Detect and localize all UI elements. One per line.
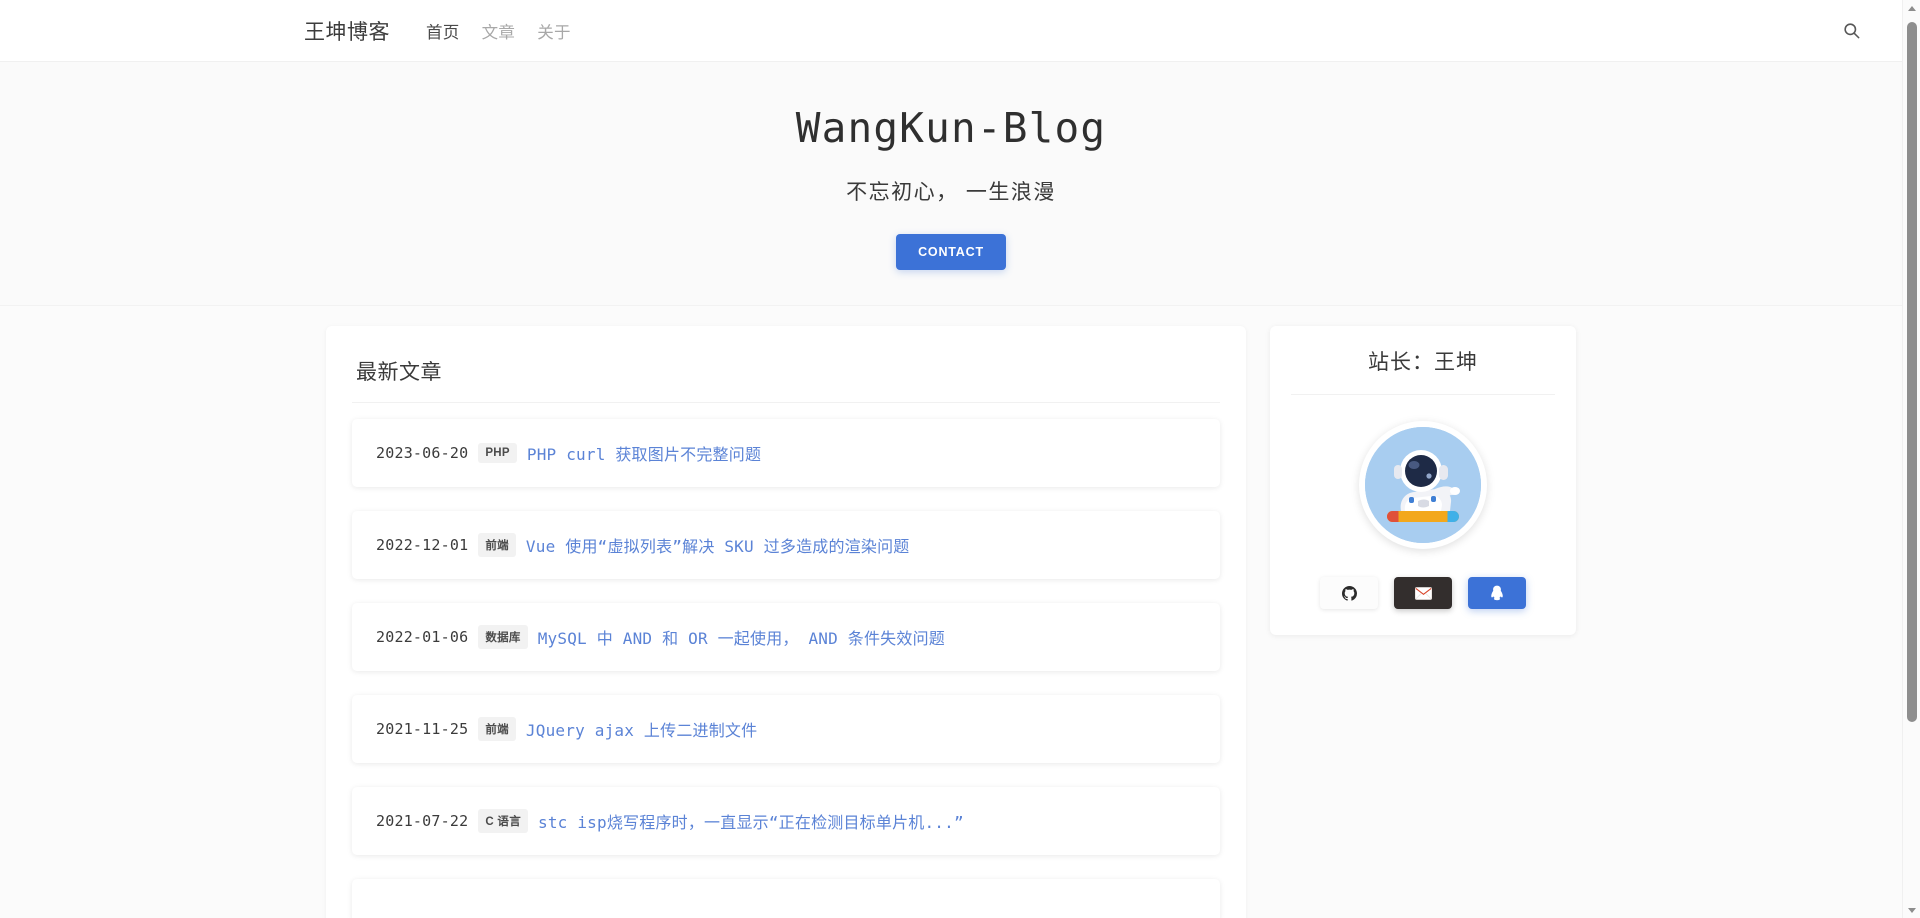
- nav-item-articles[interactable]: 文章: [482, 19, 516, 43]
- top-navbar: 王坤博客 首页 文章 关于: [0, 0, 1902, 62]
- avatar: [1359, 421, 1487, 549]
- browser-viewport: 王坤博客 首页 文章 关于 WangKun-Blog 不忘初心， 一生浪漫 CO…: [0, 0, 1920, 918]
- article-row[interactable]: 2021-07-22 C 语言 stc isp烧写程序时，一直显示“正在检测目标…: [352, 787, 1220, 855]
- article-title-link[interactable]: stc isp烧写程序时，一直显示“正在检测目标单片机...”: [538, 809, 964, 833]
- navbar-inner: 王坤博客 首页 文章 关于: [0, 16, 1902, 46]
- article-row[interactable]: 2022-12-01 前端 Vue 使用“虚拟列表”解决 SKU 过多造成的渲染…: [352, 511, 1220, 579]
- content-area: 最新文章 2023-06-20 PHP PHP curl 获取图片不完整问题 2…: [0, 306, 1902, 918]
- article-title-link[interactable]: MySQL 中 AND 和 OR 一起使用， AND 条件失效问题: [538, 625, 945, 649]
- article-row[interactable]: 2021-11-25 前端 JQuery ajax 上传二进制文件: [352, 695, 1220, 763]
- page-title: 最新文章: [352, 350, 1220, 403]
- article-row[interactable]: 2022-01-06 数据库 MySQL 中 AND 和 OR 一起使用， AN…: [352, 603, 1220, 671]
- article-date: 2022-12-01: [376, 536, 469, 554]
- article-tag[interactable]: 前端: [478, 533, 516, 557]
- author-card: 站长：王坤: [1270, 326, 1576, 635]
- article-tag[interactable]: PHP: [478, 443, 517, 463]
- nav-item-about[interactable]: 关于: [537, 19, 571, 43]
- article-title-link[interactable]: Vue 使用“虚拟列表”解决 SKU 过多造成的渲染问题: [526, 533, 910, 557]
- search-icon[interactable]: [1836, 16, 1866, 46]
- article-tag[interactable]: C 语言: [478, 809, 529, 833]
- qq-penguin-icon: [1491, 585, 1503, 600]
- scroll-thumb[interactable]: [1907, 22, 1917, 722]
- email-button[interactable]: [1394, 577, 1452, 609]
- article-tag[interactable]: 数据库: [478, 625, 528, 649]
- github-icon: [1341, 585, 1357, 601]
- hero-subtitle: 不忘初心， 一生浪漫: [846, 181, 1056, 205]
- author-card-title: 站长：王坤: [1291, 346, 1555, 395]
- site-brand[interactable]: 王坤博客: [304, 16, 390, 46]
- social-links: [1320, 577, 1526, 609]
- github-button[interactable]: [1320, 577, 1378, 609]
- article-list: 2023-06-20 PHP PHP curl 获取图片不完整问题 2022-1…: [352, 403, 1220, 918]
- article-title-link[interactable]: JQuery ajax 上传二进制文件: [526, 717, 757, 741]
- page-content: 王坤博客 首页 文章 关于 WangKun-Blog 不忘初心， 一生浪漫 CO…: [0, 0, 1902, 918]
- hero-section: WangKun-Blog 不忘初心， 一生浪漫 CONTACT: [0, 62, 1902, 306]
- sidebar: 站长：王坤: [1270, 326, 1576, 918]
- avatar-image: [1365, 427, 1481, 543]
- article-title-link[interactable]: PHP curl 获取图片不完整问题: [527, 441, 761, 465]
- article-tag[interactable]: 前端: [478, 717, 516, 741]
- nav-item-home[interactable]: 首页: [426, 19, 460, 43]
- article-date: 2021-11-25: [376, 720, 469, 738]
- chevron-down-icon: [1908, 907, 1916, 913]
- articles-panel: 最新文章 2023-06-20 PHP PHP curl 获取图片不完整问题 2…: [326, 326, 1246, 918]
- article-row[interactable]: 2023-06-20 PHP PHP curl 获取图片不完整问题: [352, 419, 1220, 487]
- hero-title: WangKun-Blog: [795, 104, 1107, 152]
- article-date: 2023-06-20: [376, 444, 469, 462]
- astronaut-icon: [1365, 427, 1481, 543]
- article-date: 2022-01-06: [376, 628, 469, 646]
- contact-button[interactable]: CONTACT: [896, 234, 1006, 271]
- qq-button[interactable]: [1468, 577, 1526, 609]
- vertical-scrollbar[interactable]: [1902, 0, 1920, 918]
- nav-links: 首页 文章 关于: [426, 19, 571, 43]
- scroll-up-arrow[interactable]: [1903, 0, 1920, 16]
- article-row[interactable]: [352, 879, 1220, 918]
- scroll-down-arrow[interactable]: [1903, 902, 1920, 918]
- chevron-up-icon: [1908, 5, 1916, 11]
- article-date: 2021-07-22: [376, 812, 469, 830]
- envelope-icon: [1414, 586, 1432, 600]
